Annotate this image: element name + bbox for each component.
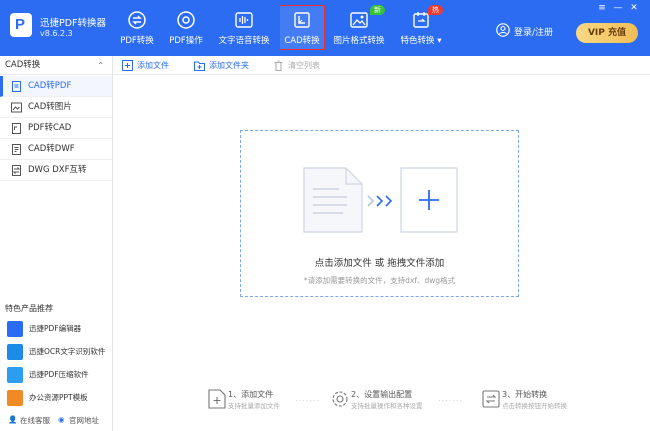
hot-badge: 热 — [428, 5, 443, 15]
sidebar-item-pdf-to-cad[interactable]: PDF转CAD — [0, 118, 112, 139]
ocr-icon — [7, 344, 23, 360]
add-target-icon — [400, 167, 458, 233]
featured-label: 迅捷PDF压缩软件 — [29, 370, 89, 379]
sidebar-item-label: CAD转图片 — [28, 102, 72, 112]
website-link[interactable]: 官网地址 — [69, 415, 99, 426]
app-name: 迅捷PDF转换器 — [40, 18, 107, 29]
app-version: v8.6.2.3 — [40, 29, 73, 38]
step-desc: 支持批量添加文件 — [228, 402, 280, 410]
tab-label: 图片格式转换 — [333, 36, 385, 46]
tab-cad-convert[interactable]: CAD转换 — [279, 5, 325, 50]
tab-label: CAD转换 — [284, 36, 320, 46]
file-icon — [12, 81, 21, 92]
user-icon — [496, 23, 510, 37]
add-file-button[interactable]: 添加文件 — [122, 59, 169, 72]
online-service-link[interactable]: 在线客服 — [20, 415, 50, 426]
add-folder-icon — [194, 61, 205, 71]
sidebar-item-label: CAD转DWF — [28, 144, 75, 154]
featured-ocr[interactable]: 迅捷OCR文字识别软件 — [0, 341, 112, 363]
audio-wave-icon — [235, 12, 253, 28]
document-placeholder-icon — [303, 167, 363, 233]
step-title: 2、设置输出配置 — [351, 390, 413, 399]
new-badge: 新 — [370, 5, 385, 15]
step-desc: 支持批量操作和各种设置 — [351, 402, 423, 410]
chevron-up-icon: ⌃ — [97, 61, 104, 70]
sidebar-item-cad-to-dwf[interactable]: CAD转DWF — [0, 139, 112, 160]
vip-button[interactable]: VIP 充值 — [576, 23, 638, 43]
sidebar-footer: 👤 在线客服 ◉ 官网地址 — [0, 410, 112, 431]
sidebar-item-cad-to-image[interactable]: CAD转图片 — [0, 97, 112, 118]
pdf-operate-icon — [177, 11, 195, 29]
pdf-file-icon — [12, 123, 21, 134]
step-separator: ....... — [438, 394, 463, 403]
cad-icon — [294, 12, 310, 28]
tab-text-speech[interactable]: 文字语音转换 — [216, 6, 272, 50]
arrow-right-icon — [367, 195, 393, 207]
pdf-editor-icon — [7, 321, 23, 337]
step-title: 1、添加文件 — [228, 390, 274, 399]
image-icon — [350, 12, 368, 28]
clear-list-button[interactable]: 清空列表 — [273, 59, 320, 72]
tab-label: 特色转换 ▾ — [400, 36, 442, 46]
gear-icon — [332, 391, 348, 407]
sidebar-item-dwg-dxf[interactable]: DWG DXF互转 — [0, 160, 112, 181]
dwf-file-icon — [12, 144, 21, 155]
clear-list-label: 清空列表 — [288, 61, 320, 70]
add-folder-button[interactable]: 添加文件夹 — [194, 59, 249, 72]
featured-pdf-compress[interactable]: 迅捷PDF压缩软件 — [0, 364, 112, 386]
sidebar-section-title: CAD转换 — [5, 60, 41, 70]
add-file-label: 添加文件 — [137, 61, 169, 70]
pdf-compress-icon — [7, 367, 23, 383]
pdf-convert-icon — [128, 11, 146, 29]
sidebar-item-label: DWG DXF互转 — [28, 165, 87, 175]
featured-label: 迅捷OCR文字识别软件 — [29, 347, 106, 356]
sidebar-item-cad-to-pdf[interactable]: CAD转PDF — [0, 76, 112, 97]
sidebar: CAD转换 ⌃ CAD转PDF CAD转图片 PDF转CAD CAD转DWF D… — [0, 56, 113, 431]
file-drop-zone[interactable]: 点击添加文件 或 拖拽文件添加 *请添加需要转换的文件，支持dxf、dwg格式 — [240, 130, 519, 297]
tab-pdf-operate[interactable]: PDF操作 — [163, 6, 209, 50]
app-logo: P — [10, 13, 32, 37]
step-title: 3、开始转换 — [502, 390, 548, 399]
file-toolbar: 添加文件 添加文件夹 清空列表 — [113, 56, 650, 75]
add-document-icon — [208, 389, 226, 409]
image-file-icon — [11, 102, 22, 113]
featured-pdf-editor[interactable]: 迅捷PDF编辑器 — [0, 318, 112, 340]
ppt-template-icon — [7, 390, 23, 406]
featured-ppt-templates[interactable]: 办公资源PPT模板 — [0, 387, 112, 409]
drop-zone-main-text: 点击添加文件 或 拖拽文件添加 — [314, 258, 445, 269]
trash-icon — [274, 60, 283, 71]
convert-icon — [482, 390, 500, 408]
drop-zone-hint: *请添加需要转换的文件，支持dxf、dwg格式 — [303, 276, 456, 285]
step-desc: 点击转换按钮开始转换 — [502, 402, 567, 410]
featured-label: 迅捷PDF编辑器 — [29, 324, 82, 333]
sidebar-item-label: CAD转PDF — [28, 81, 72, 91]
featured-label: 办公资源PPT模板 — [29, 393, 88, 402]
login-link[interactable]: 登录/注册 — [514, 25, 553, 38]
service-icon: 👤 — [8, 415, 18, 424]
tab-label: PDF操作 — [169, 36, 203, 46]
add-folder-label: 添加文件夹 — [209, 61, 249, 70]
globe-icon: ◉ — [58, 415, 65, 424]
add-file-icon — [122, 60, 133, 71]
sidebar-section-header[interactable]: CAD转换 ⌃ — [0, 56, 112, 75]
menu-icon[interactable]: ≡ — [596, 3, 608, 13]
swap-file-icon — [12, 165, 21, 176]
featured-title: 特色产品推荐 — [5, 304, 53, 313]
minimize-icon[interactable]: — — [612, 3, 624, 13]
top-bar: P 迅捷PDF转换器 v8.6.2.3 PDF转换 PDF操作 文字语音转换 C… — [0, 0, 650, 56]
step-separator: ....... — [295, 394, 320, 403]
tab-label: PDF转换 — [120, 36, 154, 46]
tab-pdf-convert[interactable]: PDF转换 — [114, 6, 160, 50]
close-icon[interactable]: ✕ — [628, 3, 640, 13]
tab-label: 文字语音转换 — [218, 36, 270, 46]
sidebar-item-label: PDF转CAD — [28, 123, 72, 133]
